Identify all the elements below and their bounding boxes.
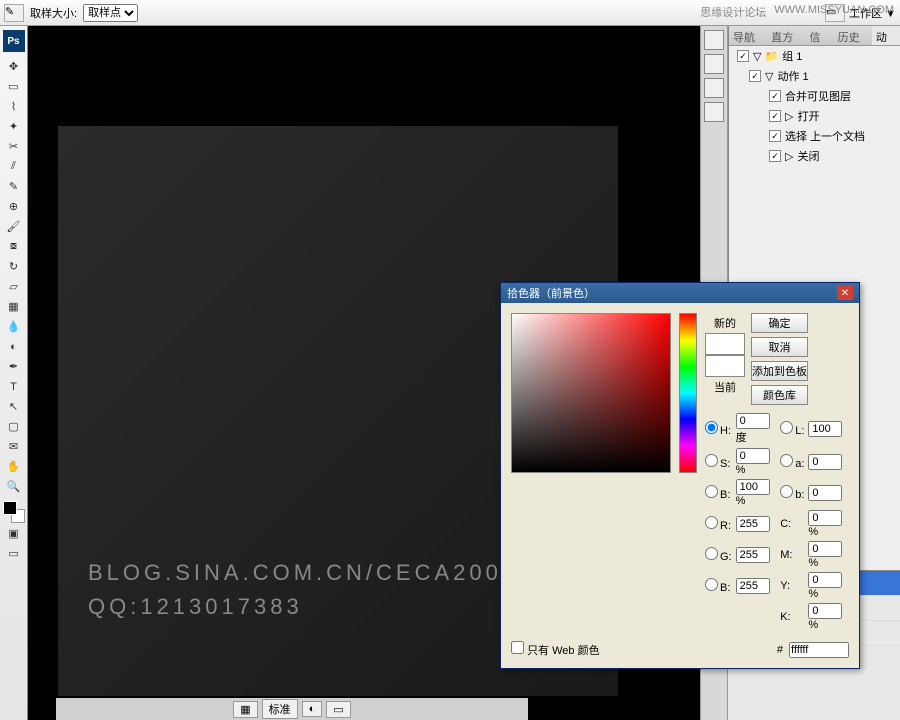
tab-navigator[interactable]: 导航器 [729, 26, 767, 45]
tree-select[interactable]: ✓选择 上一个文档 [729, 126, 900, 146]
screenmode-toggle[interactable]: ▭ [3, 544, 25, 563]
quickmask-toggle[interactable]: ▣ [3, 524, 25, 543]
type-tool[interactable]: T [3, 377, 25, 396]
tree-merge[interactable]: ✓合并可见图层 [729, 86, 900, 106]
a-label[interactable]: a: [780, 454, 804, 470]
dialog-titlebar[interactable]: 拾色器（前景色） ✕ [501, 283, 859, 303]
status-bar: ▦ 标准 ◐ ▭ [56, 698, 528, 720]
tree-action[interactable]: ✓▽动作 1 [729, 66, 900, 86]
status-mode[interactable]: 标准 [262, 699, 298, 719]
bl-input[interactable] [736, 578, 770, 594]
y-label: Y: [780, 580, 804, 592]
slice-tool[interactable]: ⫽ [3, 157, 25, 176]
tree-close[interactable]: ✓▷关闭 [729, 146, 900, 166]
pen-tool[interactable]: ✒ [3, 357, 25, 376]
current-color-label: 当前 [714, 379, 736, 395]
ps-logo-icon: Ps [3, 30, 25, 52]
c-label: C: [780, 518, 804, 530]
palette-icon-1[interactable] [704, 30, 724, 50]
r-input[interactable] [736, 516, 770, 532]
color-picker-dialog: 拾色器（前景色） ✕ 新的 当前 确定 取消 添加到色板 颜色库 [500, 282, 860, 669]
br-label[interactable]: B: [705, 485, 732, 501]
k-input[interactable] [808, 603, 842, 619]
zoom-tool[interactable]: 🔍 [3, 477, 25, 496]
r-label[interactable]: R: [705, 516, 732, 532]
tree-group[interactable]: ✓▽ 📁组 1 [729, 46, 900, 66]
dialog-title: 拾色器（前景色） [507, 285, 595, 301]
add-swatch-button[interactable]: 添加到色板 [751, 361, 808, 381]
history-brush-tool[interactable]: ↻ [3, 257, 25, 276]
hand-tool[interactable]: ✋ [3, 457, 25, 476]
shape-tool[interactable]: ▢ [3, 417, 25, 436]
hex-label: # [777, 644, 783, 656]
new-color-label: 新的 [714, 315, 736, 331]
marquee-tool[interactable]: ▭ [3, 77, 25, 96]
notes-tool[interactable]: ✉ [3, 437, 25, 456]
current-color-swatch [705, 355, 745, 377]
sample-size-select[interactable]: 取样点 [83, 4, 138, 22]
heal-tool[interactable]: ⊕ [3, 197, 25, 216]
eyedropper-tool[interactable]: ✎ [3, 177, 25, 196]
g-label[interactable]: G: [705, 547, 732, 563]
m-input[interactable] [808, 541, 842, 557]
status-icon-2[interactable]: ▭ [326, 701, 350, 718]
s-label[interactable]: S: [705, 454, 732, 470]
color-lib-button[interactable]: 颜色库 [751, 385, 808, 405]
hex-input[interactable] [789, 642, 849, 658]
ok-button[interactable]: 确定 [751, 313, 808, 333]
wand-tool[interactable]: ✦ [3, 117, 25, 136]
toolbox: Ps ✥ ▭ ⌇ ✦ ✂ ⫽ ✎ ⊕ 🖌 ⧇ ↻ ▱ ▦ 💧 ◐ ✒ T ↖ ▢… [0, 26, 28, 720]
dodge-tool[interactable]: ◐ [3, 337, 25, 356]
sample-size-label: 取样大小: [30, 5, 77, 21]
tab-actions[interactable]: 动作 [872, 26, 900, 45]
b-input[interactable] [808, 485, 842, 501]
new-color-swatch [705, 333, 745, 355]
screenmode-icon[interactable]: ▦ [233, 701, 257, 718]
close-icon[interactable]: ✕ [837, 286, 853, 300]
h-label[interactable]: H: [705, 421, 732, 437]
color-field[interactable] [511, 313, 671, 473]
palette-icon-3[interactable] [704, 78, 724, 98]
tree-open[interactable]: ✓▷打开 [729, 106, 900, 126]
eraser-tool[interactable]: ▱ [3, 277, 25, 296]
blog-watermark: BLOG.SINA.COM.CN/CECA2002 QQ:1213017383 [88, 560, 518, 620]
br-input[interactable] [736, 479, 770, 495]
tab-history[interactable]: 历史记 [834, 26, 872, 45]
web-only-checkbox[interactable]: 只有 Web 颜色 [511, 641, 600, 658]
tab-info[interactable]: 信息 [805, 26, 833, 45]
status-icon-1[interactable]: ◐ [302, 701, 323, 717]
b-label[interactable]: b: [780, 485, 804, 501]
m-label: M: [780, 549, 804, 561]
h-input[interactable] [736, 413, 770, 429]
a-input[interactable] [808, 454, 842, 470]
blur-tool[interactable]: 💧 [3, 317, 25, 336]
foreground-swatch[interactable] [3, 501, 17, 515]
eyedropper-options-icon[interactable]: ✎ [4, 4, 24, 22]
panel-tabs: 导航器 直方图 信息 历史记 动作 [729, 26, 900, 46]
s-input[interactable] [736, 448, 770, 464]
palette-icon-2[interactable] [704, 54, 724, 74]
site-watermark: 思缘设计论坛 WWW.MISSYUAN.COM [700, 4, 894, 20]
lasso-tool[interactable]: ⌇ [3, 97, 25, 116]
hue-slider[interactable] [679, 313, 697, 473]
l-input[interactable] [808, 421, 842, 437]
bl-label[interactable]: B: [705, 578, 732, 594]
gradient-tool[interactable]: ▦ [3, 297, 25, 316]
cancel-button[interactable]: 取消 [751, 337, 808, 357]
l-label[interactable]: L: [780, 421, 804, 437]
color-swatch[interactable] [3, 501, 25, 523]
move-tool[interactable]: ✥ [3, 57, 25, 76]
tab-histogram[interactable]: 直方图 [767, 26, 805, 45]
y-input[interactable] [808, 572, 842, 588]
path-tool[interactable]: ↖ [3, 397, 25, 416]
palette-icon-4[interactable] [704, 102, 724, 122]
c-input[interactable] [808, 510, 842, 526]
crop-tool[interactable]: ✂ [3, 137, 25, 156]
stamp-tool[interactable]: ⧇ [3, 237, 25, 256]
k-label: K: [780, 611, 804, 623]
g-input[interactable] [736, 547, 770, 563]
brush-tool[interactable]: 🖌 [3, 217, 25, 236]
